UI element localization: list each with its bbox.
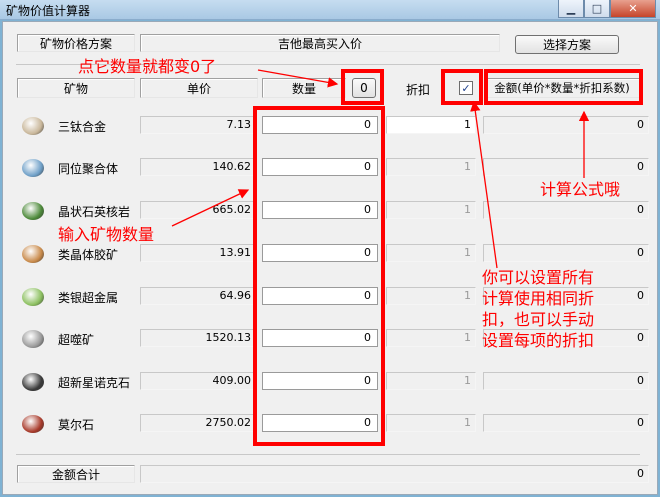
arrow-to-quantity xyxy=(171,189,250,227)
arrow-to-checkbox xyxy=(470,100,498,269)
arrow-to-reset-button xyxy=(257,69,339,88)
annotation-arrows xyxy=(171,69,590,269)
